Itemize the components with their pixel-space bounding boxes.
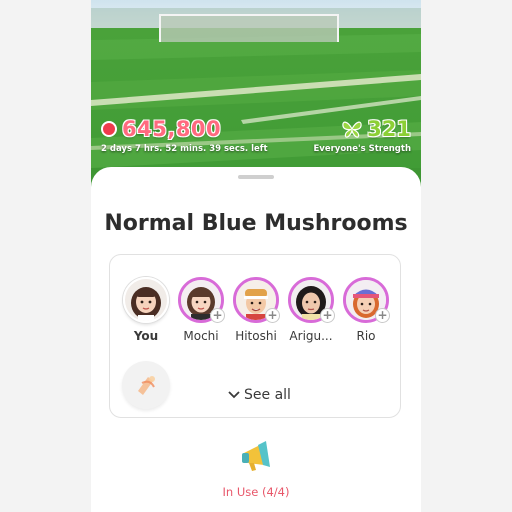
member-rio[interactable]: + Rio [338,277,394,343]
game-screen: 645,800 2 days 7 hrs. 52 mins. 39 secs. … [91,0,421,512]
points-display: 645,800 2 days 7 hrs. 52 mins. 39 secs. … [101,117,268,154]
add-plus-icon: + [210,308,225,323]
avatar: + [233,277,280,323]
member-name: Mochi [183,329,219,343]
strength-label: Everyone's Strength [313,144,411,154]
add-plus-icon: + [320,308,335,323]
strength-butterfly-icon [340,119,364,139]
add-plus-icon: + [265,308,280,323]
time-remaining: 2 days 7 hrs. 52 mins. 39 secs. left [101,144,268,154]
megaphone-icon[interactable] [236,437,276,477]
member-arigu[interactable]: + Arigu... [283,277,339,343]
avatar [123,277,169,323]
support-item-icon [138,376,155,395]
points-value: 645,800 [122,117,222,141]
avatar: + [343,277,390,323]
see-all-button[interactable]: See all [228,387,291,403]
member-you[interactable]: You [118,277,174,343]
member-name: Arigu... [289,329,333,343]
member-name: You [133,329,159,343]
strength-display: 321 Everyone's Strength [313,117,411,154]
avatar: + [178,277,225,323]
sheet-title: Normal Blue Mushrooms [104,211,408,236]
strength-value: 321 [367,117,411,141]
members-card: You + Mochi + Hitoshi + Arigu... + Rio S… [109,254,401,418]
see-all-label: See all [244,387,291,403]
add-plus-icon: + [375,308,390,323]
member-hitoshi[interactable]: + Hitoshi [228,277,284,343]
member-name: Hitoshi [235,329,277,343]
in-use-status: In Use (4/4) [222,485,290,499]
bottom-sheet: Normal Blue Mushrooms You + Mochi + Hito… [91,167,421,512]
avatar: + [288,277,335,323]
member-name: Rio [356,329,376,343]
member-mochi[interactable]: + Mochi [173,277,229,343]
chevron-down-icon [228,387,240,403]
sheet-drag-handle[interactable] [238,175,274,179]
points-dot-icon [101,121,117,137]
support-item-slot[interactable] [122,361,170,409]
